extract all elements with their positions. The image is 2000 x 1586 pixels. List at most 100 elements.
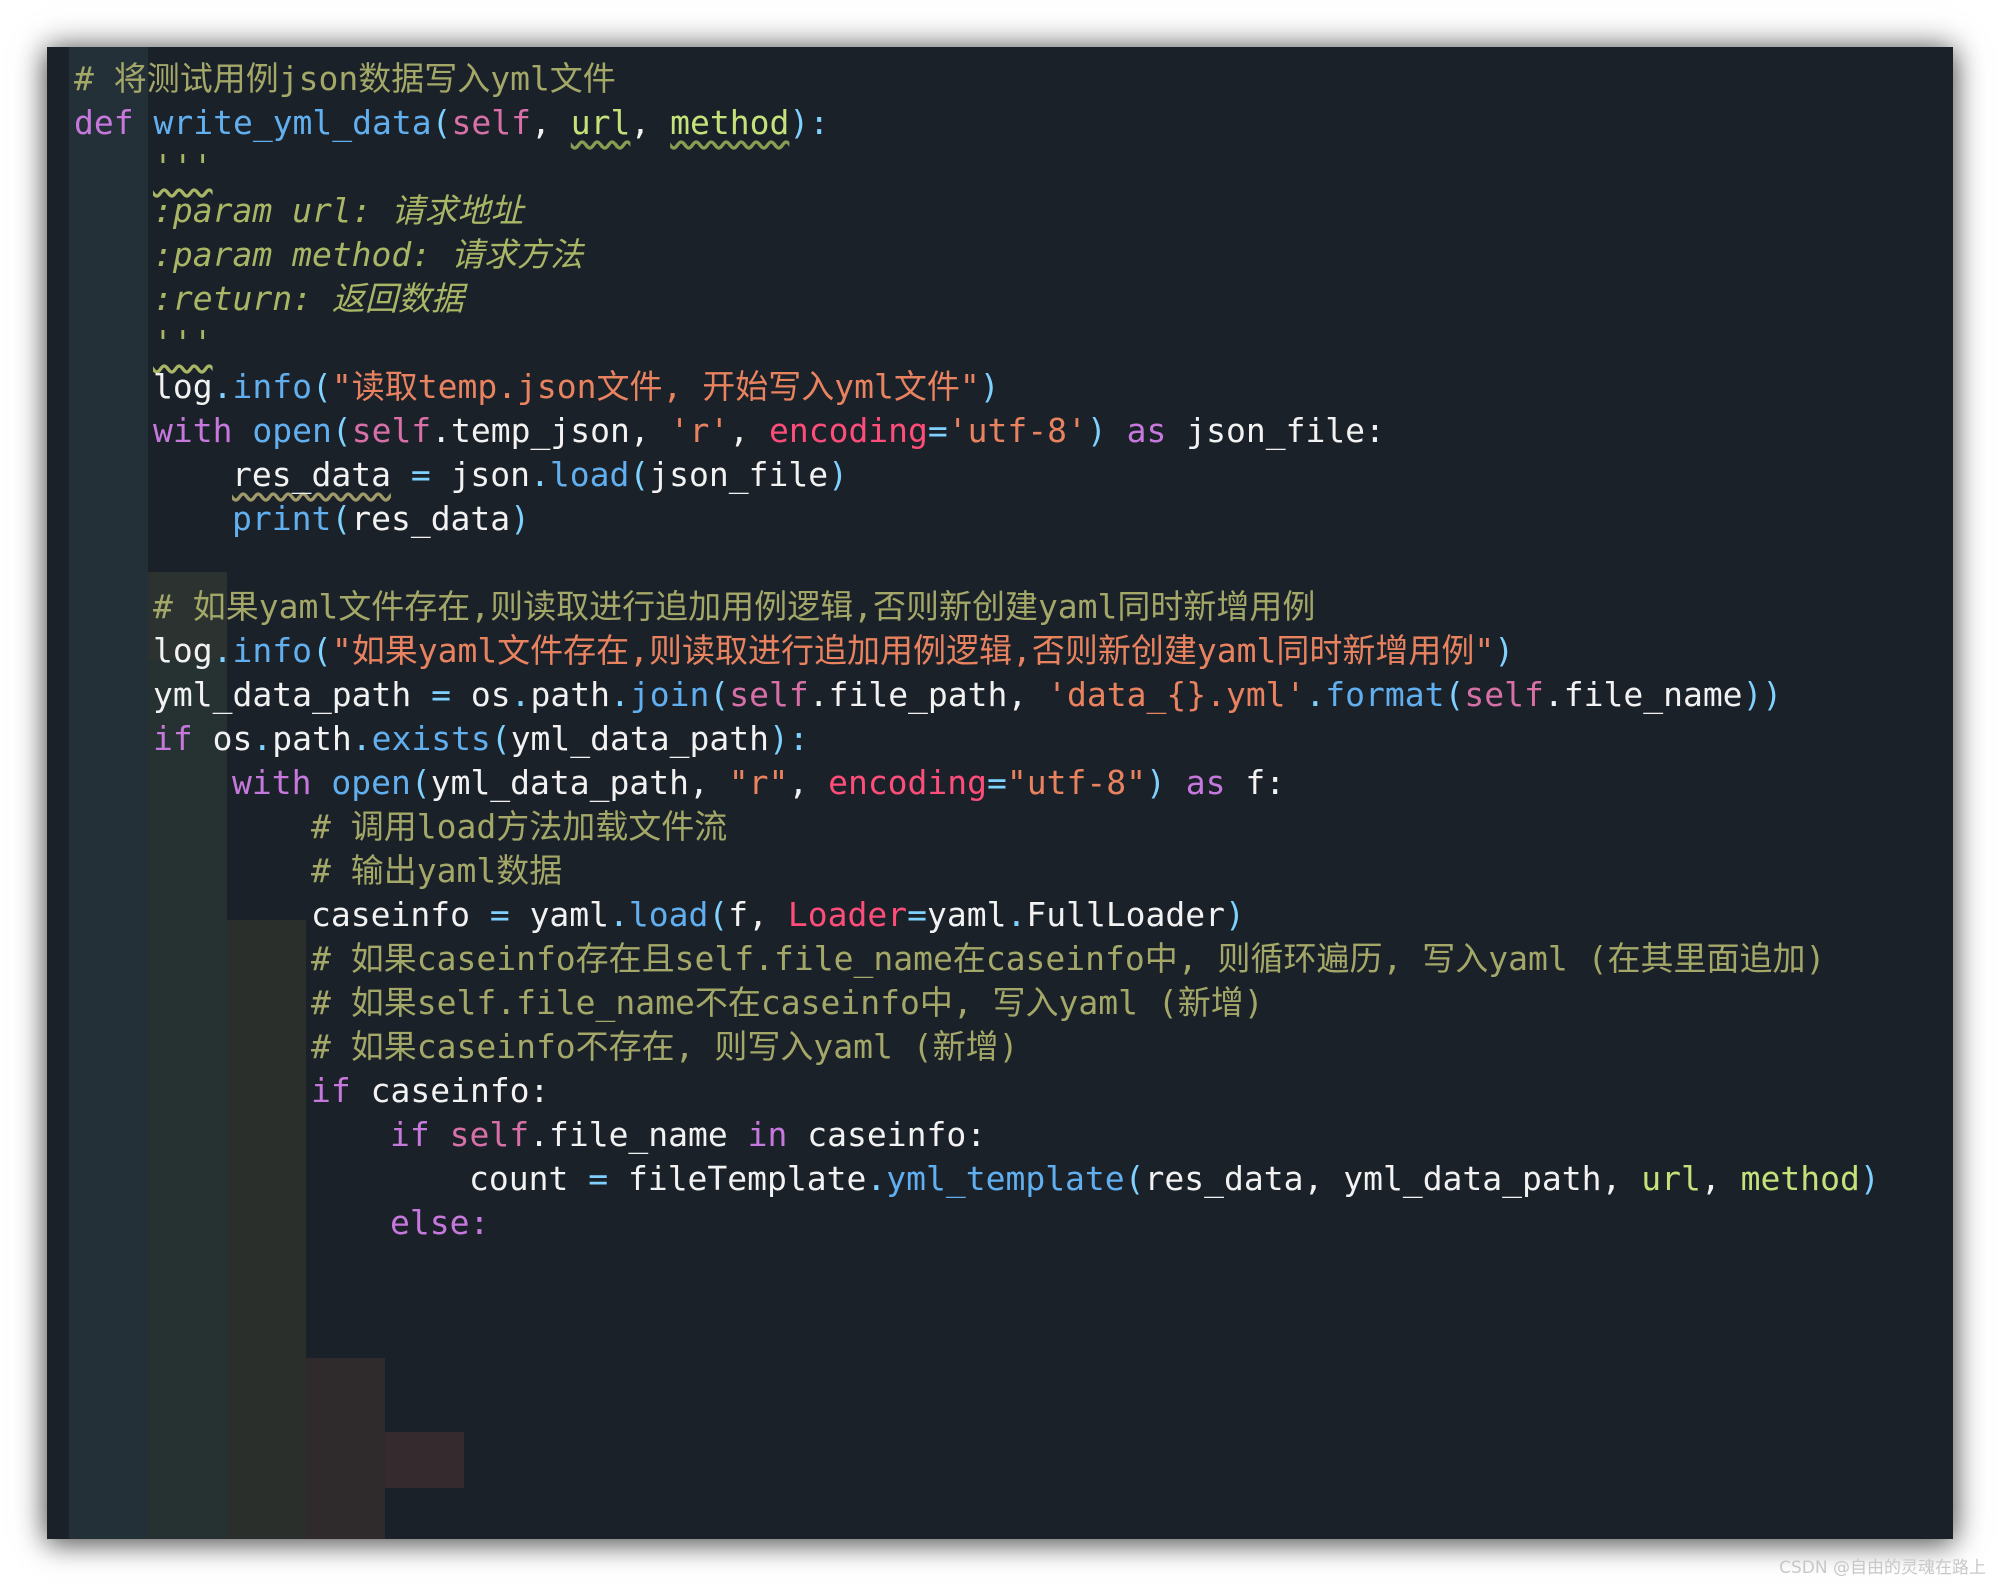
code-token: json_file: — [1186, 411, 1385, 450]
code-token: with — [153, 411, 253, 450]
code-token: )) — [1742, 675, 1783, 714]
code-token: self — [1464, 675, 1544, 714]
code-token: open — [252, 411, 332, 450]
code-token: yaml — [926, 895, 1007, 934]
code-token: ( — [311, 367, 332, 406]
code-token: res_data — [232, 455, 391, 494]
code-token: ( — [1124, 1159, 1145, 1198]
code-token: :return: — [153, 279, 332, 318]
code-line[interactable]: print(res_data) — [232, 491, 530, 547]
code-token: ''' — [153, 147, 213, 186]
indent-guide-level-5 — [385, 1432, 464, 1488]
code-token: ): — [768, 719, 809, 758]
code-token: caseinfo — [311, 895, 470, 934]
code-token: self — [351, 411, 432, 450]
code-token: path — [272, 719, 352, 758]
code-token: res_data — [351, 499, 511, 538]
code-token: os — [470, 675, 511, 714]
code-token: 请求地址 — [391, 191, 524, 230]
code-token: 'r' — [669, 411, 730, 450]
code-token: = — [927, 411, 948, 450]
code-token: . — [212, 631, 233, 670]
code-token: yml_data_path, — [430, 763, 729, 802]
code-line[interactable]: else: — [390, 1195, 489, 1251]
code-token: . — [351, 719, 372, 758]
code-token: open — [331, 763, 411, 802]
code-token: path — [530, 675, 610, 714]
code-token: write_yml_data — [153, 103, 432, 142]
code-token: yml_template — [886, 1159, 1125, 1198]
code-token: ) — [979, 367, 1000, 406]
code-token: caseinfo: — [370, 1071, 550, 1110]
code-token: # 如果caseinfo存在且self.file_name在caseinfo中,… — [311, 939, 1826, 978]
code-token: ) — [1494, 631, 1515, 670]
code-token: in — [747, 1115, 808, 1154]
code-token: format — [1325, 675, 1445, 714]
code-token: ( — [431, 103, 452, 142]
code-token: = — [907, 895, 927, 934]
code-token: 'utf-8' — [947, 411, 1087, 450]
code-token: self — [729, 675, 809, 714]
code-token: info — [232, 367, 312, 406]
code-token: .file_name — [529, 1115, 748, 1154]
code-token: . — [530, 455, 550, 494]
code-token: . — [212, 367, 233, 406]
code-token: , — [788, 763, 829, 802]
code-token: .file_path, — [808, 675, 1048, 714]
code-token: , — [630, 103, 671, 142]
code-token: ( — [331, 499, 352, 538]
code-token: info — [232, 631, 312, 670]
code-token: exists — [371, 719, 491, 758]
code-token: ( — [490, 719, 511, 758]
code-token: = — [469, 895, 530, 934]
code-token: ) — [1086, 411, 1127, 450]
code-token: ): — [789, 103, 830, 142]
code-token: ( — [311, 631, 332, 670]
code-token: . — [252, 719, 273, 758]
code-token: ) — [828, 455, 848, 494]
code-token: def — [74, 103, 154, 142]
code-token: os — [212, 719, 253, 758]
watermark: CSDN @自由的灵魂在路上 — [1779, 1558, 1986, 1578]
code-token: count — [469, 1159, 569, 1198]
code-token: else: — [390, 1203, 490, 1242]
code-token: load — [549, 455, 630, 494]
code-token: self — [451, 103, 531, 142]
indent-guide-level-3 — [227, 920, 306, 1539]
code-token: 'data_{}.yml' — [1047, 675, 1306, 714]
code-token: yml_data_path — [510, 719, 769, 758]
code-token: f: — [1245, 763, 1286, 802]
indent-guide-level-4 — [306, 1358, 385, 1539]
code-token: = — [411, 675, 471, 714]
code-token: # 输出yaml数据 — [311, 851, 563, 890]
code-token: method — [1740, 1159, 1860, 1198]
code-token: ) — [1859, 1159, 1880, 1198]
code-token: ) — [1145, 763, 1186, 802]
code-token: res_data, yml_data_path, — [1144, 1159, 1642, 1198]
code-token: ( — [410, 763, 431, 802]
code-token: url — [570, 103, 631, 142]
code-token: fileTemplate — [627, 1159, 867, 1198]
code-token: = — [987, 763, 1007, 802]
code-token: # 将测试用例json数据写入yml文件 — [74, 59, 616, 98]
code-token: # 如果caseinfo不存在, 则写入yaml (新增) — [311, 1027, 1019, 1066]
code-token: as — [1126, 411, 1187, 450]
code-token: "读取temp.json文件, 开始写入yml文件" — [331, 367, 980, 406]
code-line[interactable]: count = fileTemplate.yml_template(res_da… — [469, 1151, 1880, 1207]
code-token: FullLoader — [1026, 895, 1226, 934]
code-token: ( — [331, 411, 352, 450]
code-token: if — [390, 1115, 450, 1154]
code-token: print — [232, 499, 332, 538]
code-token: if — [153, 719, 213, 758]
code-token: self — [449, 1115, 530, 1154]
code-token: ''' — [153, 323, 213, 362]
code-token: , — [729, 411, 769, 450]
code-token: json_file — [649, 455, 829, 494]
code-token: yml_data_path — [153, 675, 412, 714]
code-token: . — [866, 1159, 887, 1198]
code-token: 请求方法 — [451, 235, 584, 274]
code-token: . — [1305, 675, 1326, 714]
code-token: ( — [709, 675, 730, 714]
code-token: :param url: — [153, 191, 392, 230]
code-token: ( — [708, 895, 729, 934]
